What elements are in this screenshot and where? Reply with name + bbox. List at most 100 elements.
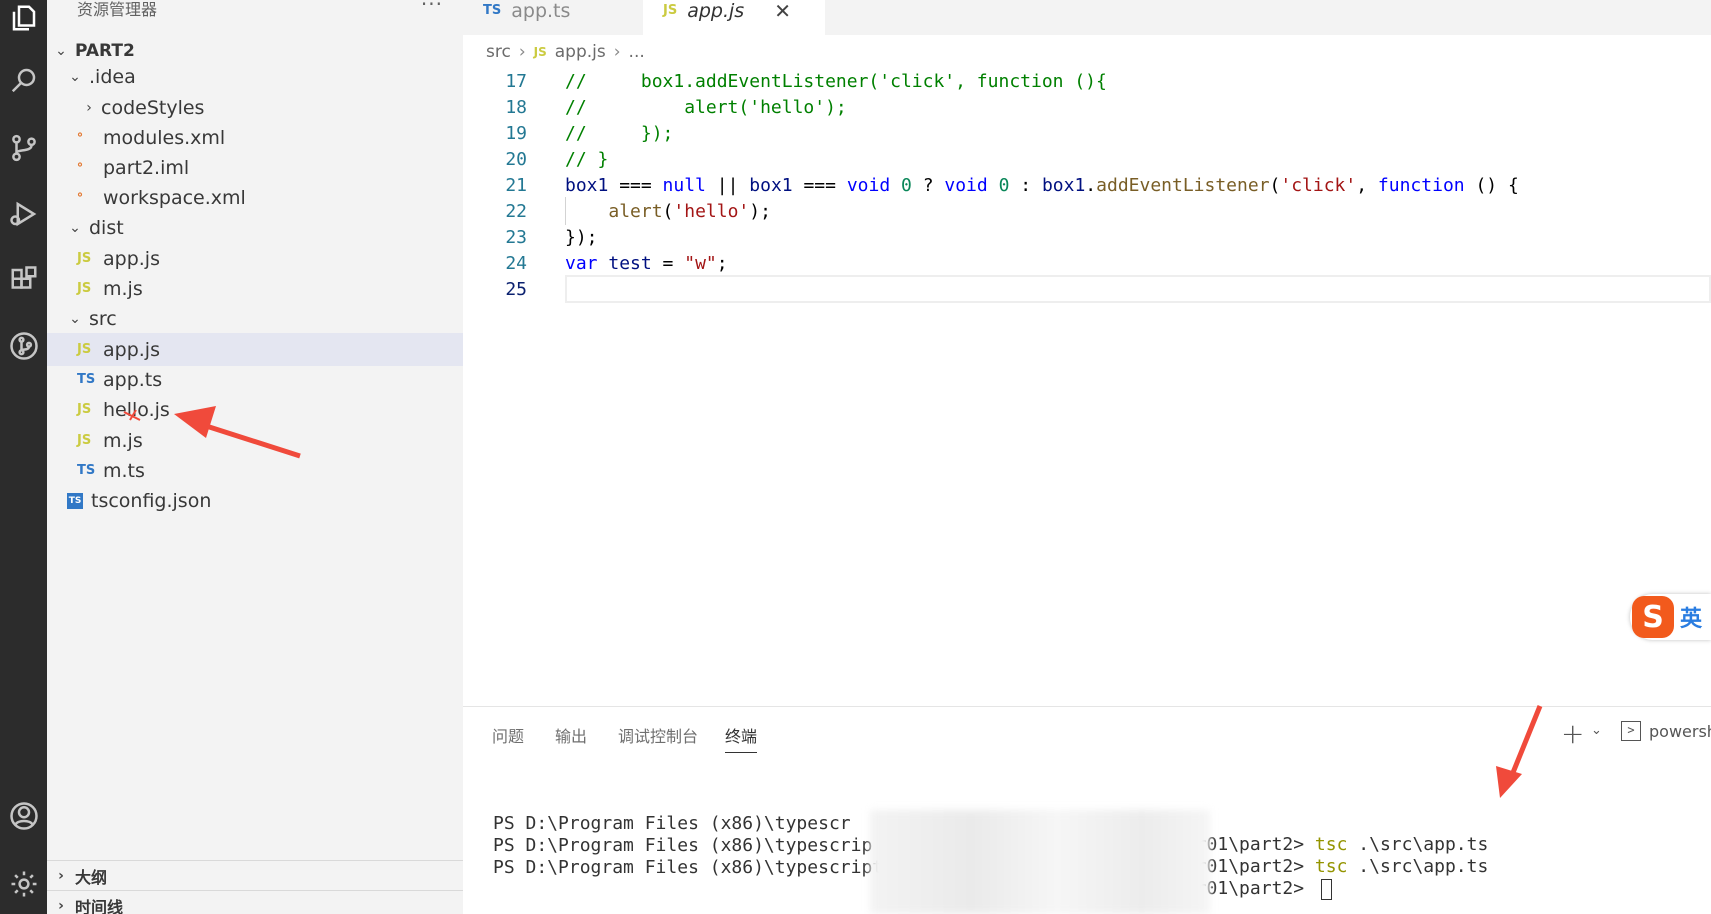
breadcrumb: src › JS app.js › ... xyxy=(486,40,645,64)
code-text: // }); xyxy=(565,122,674,144)
chevron-right-icon: › xyxy=(58,867,64,884)
ime-language: 英 xyxy=(1680,607,1703,632)
breadcrumb-file[interactable]: app.js xyxy=(555,42,606,62)
explorer-icon[interactable] xyxy=(0,0,47,48)
js-file-icon: JS xyxy=(663,3,678,18)
code-line: 23 }); xyxy=(463,223,1711,251)
tree-item-folder[interactable]: ⌄ .idea xyxy=(47,60,463,93)
timeline-section-label: 时间线 xyxy=(75,897,124,914)
terminal-line-prefix: PS D:\Program Files (x86)\typescrip xyxy=(493,835,873,856)
code-text: // box1.addEventListener('click', functi… xyxy=(565,70,1107,92)
search-icon[interactable] xyxy=(0,50,47,110)
tree-item-label: m.js xyxy=(103,277,143,300)
tab-terminal[interactable]: 终端 xyxy=(725,723,758,753)
tree-item-folder[interactable]: ⌄ src xyxy=(47,302,463,335)
current-line-highlight xyxy=(565,275,1711,303)
outline-section[interactable]: › 大纲 xyxy=(47,860,463,890)
ts-file-icon: TS xyxy=(77,372,96,387)
rss-icon: ᐤ xyxy=(77,188,83,207)
timeline-section[interactable]: › 时间线 xyxy=(47,890,463,914)
code-text: box1 === null || box1 === void 0 ? void … xyxy=(565,174,1519,196)
tree-item-folder[interactable]: › codeStyles xyxy=(47,91,463,124)
js-file-icon: JS xyxy=(77,251,92,266)
line-number: 19 xyxy=(505,122,527,144)
code-line: 21 box1 === null || box1 === void 0 ? vo… xyxy=(463,171,1711,199)
tab-label: app.ts xyxy=(511,0,571,22)
code-text: // alert('hello'); xyxy=(565,96,847,118)
tree-item-label: app.js xyxy=(103,338,160,361)
redacted-blur xyxy=(870,810,1210,914)
ime-status-badge[interactable]: S 英 xyxy=(1630,594,1711,640)
tree-item-file[interactable]: JS hello.js xyxy=(47,393,463,426)
tree-item-folder[interactable]: ⌄ dist xyxy=(47,211,463,244)
line-number: 24 xyxy=(505,252,527,274)
tree-item-label: m.js xyxy=(103,429,143,452)
tree-item-file[interactable]: ᐤ modules.xml xyxy=(47,121,463,154)
terminal-cursor xyxy=(1320,878,1332,900)
code-line: 18 // alert('hello'); xyxy=(463,93,1711,121)
tab-problems[interactable]: 问题 xyxy=(492,723,524,753)
tree-item-file[interactable]: JS m.js xyxy=(47,424,463,457)
more-actions-icon[interactable]: ··· xyxy=(421,0,443,16)
ts-file-icon: TS xyxy=(77,463,96,478)
terminal-name: powersh xyxy=(1649,721,1711,741)
outline-section-label: 大纲 xyxy=(75,867,108,887)
chevron-down-icon: ⌄ xyxy=(69,219,81,236)
close-icon[interactable]: ✕ xyxy=(774,0,791,23)
code-line-current: 25 xyxy=(463,275,1711,303)
tab-app-js[interactable]: JS app.js ✕ xyxy=(643,0,825,35)
extensions-icon[interactable] xyxy=(0,250,47,310)
settings-gear-icon[interactable] xyxy=(0,854,47,914)
chevron-down-icon[interactable]: ⌄ xyxy=(1591,723,1602,738)
run-debug-icon[interactable] xyxy=(0,184,47,244)
tree-item-file[interactable]: ᐤ part2.iml xyxy=(47,151,463,184)
code-line: 22 alert('hello'); xyxy=(463,197,1711,225)
tree-item-file[interactable]: JS m.js xyxy=(47,272,463,305)
js-file-icon: JS xyxy=(533,45,547,59)
ts-file-icon: TS xyxy=(483,3,502,18)
code-text: }); xyxy=(565,226,598,248)
tab-output[interactable]: 输出 xyxy=(555,723,587,753)
breadcrumb-folder[interactable]: src xyxy=(486,42,511,62)
code-text: alert('hello'); xyxy=(608,200,771,222)
js-file-icon: JS xyxy=(77,433,92,448)
account-icon[interactable] xyxy=(0,786,47,846)
terminal-line-prefix: PS D:\Program Files (x86)\typescript xyxy=(493,857,884,878)
tree-item-label: workspace.xml xyxy=(103,186,246,209)
line-number: 23 xyxy=(505,226,527,248)
explorer-sidebar: 资源管理器 ··· ⌄ PART2 ⌄ .idea › codeStyles ᐤ… xyxy=(47,0,463,914)
tree-item-label: app.ts xyxy=(103,368,163,391)
tree-item-label: m.ts xyxy=(103,459,145,482)
tree-item-file[interactable]: TS app.ts xyxy=(47,363,463,396)
tab-debug-console[interactable]: 调试控制台 xyxy=(618,723,698,753)
source-control-icon[interactable] xyxy=(0,118,47,178)
js-file-icon: JS xyxy=(77,402,92,417)
new-terminal-icon[interactable]: + xyxy=(1561,717,1584,750)
line-number: 20 xyxy=(505,148,527,170)
tree-item-file[interactable]: TS m.ts xyxy=(47,454,463,487)
code-editor[interactable]: 17 // box1.addEventListener('click', fun… xyxy=(463,66,1711,706)
terminal-icon: > xyxy=(1621,721,1641,741)
code-line: 20 // } xyxy=(463,145,1711,173)
tree-item-file[interactable]: TS tsconfig.json xyxy=(47,484,463,517)
terminal-selector[interactable]: > powersh xyxy=(1621,721,1711,741)
tree-item-label: modules.xml xyxy=(103,126,226,149)
sogou-logo-icon: S xyxy=(1632,596,1674,638)
tab-app-ts[interactable]: TS app.ts xyxy=(463,0,643,35)
code-line: 17 // box1.addEventListener('click', fun… xyxy=(463,67,1711,95)
tree-item-file[interactable]: ᐤ workspace.xml xyxy=(47,181,463,214)
terminal-line-prefix: PS D:\Program Files (x86)\typescr xyxy=(493,813,851,834)
rss-icon: ᐤ xyxy=(77,128,83,147)
chevron-down-icon: ⌄ xyxy=(69,310,81,327)
chevron-right-icon: › xyxy=(86,99,92,116)
rss-icon: ᐤ xyxy=(77,158,83,177)
tree-item-label: dist xyxy=(89,216,124,239)
tree-item-file[interactable]: JS app.js xyxy=(47,242,463,275)
git-graph-icon[interactable] xyxy=(0,316,47,376)
breadcrumb-more[interactable]: ... xyxy=(629,42,645,62)
sidebar-header: 资源管理器 ··· xyxy=(47,0,463,22)
tree-item-file-selected[interactable]: JS app.js xyxy=(47,333,463,366)
chevron-down-icon: ⌄ xyxy=(55,42,67,59)
js-file-icon: JS xyxy=(77,342,92,357)
terminal-args: .\src\app.ts xyxy=(1347,856,1489,877)
